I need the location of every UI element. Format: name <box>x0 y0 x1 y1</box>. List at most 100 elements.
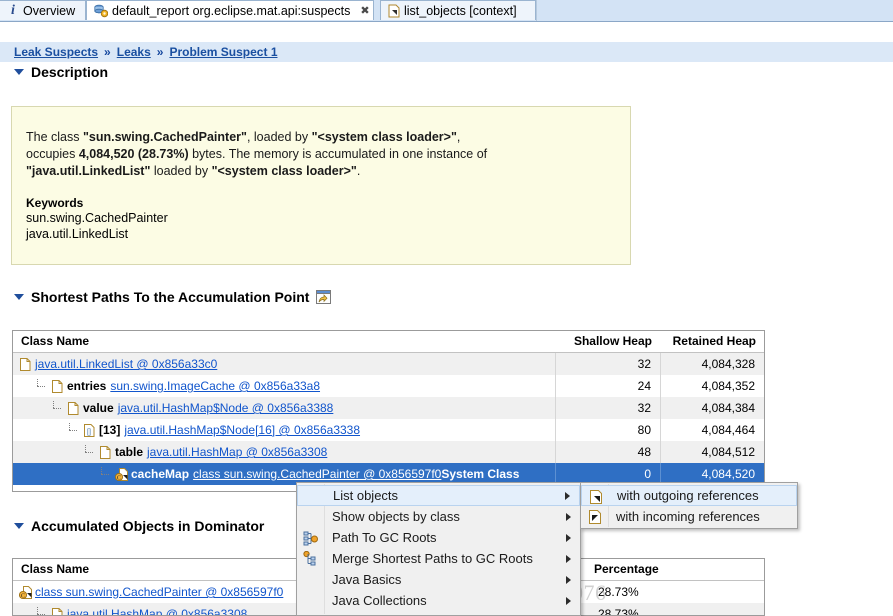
twisty-down-icon[interactable] <box>14 69 24 75</box>
description-paragraph: The class "sun.swing.CachedPainter", loa… <box>26 129 616 180</box>
submenu-arrow-icon <box>566 512 571 521</box>
menu-item-java-basics[interactable]: Java Basics <box>297 569 580 590</box>
breadcrumb-item-problem-suspect-1[interactable]: Problem Suspect 1 <box>169 45 277 59</box>
submenu-item-label: with outgoing references <box>617 488 759 503</box>
context-menu[interactable]: List objects Show objects by class Path To… <box>296 482 581 616</box>
menu-item-list-objects[interactable]: List objects <box>297 485 580 506</box>
menu-item-java-collections[interactable]: Java Collections <box>297 590 580 611</box>
table-row[interactable]: java.util.LinkedList @ 0x856a33c0 32 4,084… <box>13 353 764 375</box>
context-submenu[interactable]: with outgoing references with incoming re… <box>580 482 798 529</box>
object-link[interactable]: class sun.swing.CachedPainter @ 0x856597… <box>35 585 283 599</box>
cell-class-name: entries sun.swing.ImageCache @ 0x856a33a8 <box>13 378 555 394</box>
column-header-retained-heap[interactable]: Retained Heap <box>660 331 764 352</box>
breadcrumb-separator: » <box>104 45 111 59</box>
twisty-down-icon[interactable] <box>14 294 24 300</box>
object-link[interactable]: java.util.HashMap @ 0x856a3308 <box>67 607 247 615</box>
tab-overview[interactable]: i Overview <box>0 0 86 20</box>
keyword-item: sun.swing.CachedPainter <box>26 211 168 225</box>
context-submenu-items: with outgoing references with incoming re… <box>581 485 797 527</box>
menu-item-show-objects-by-class[interactable]: Show objects by class <box>297 506 580 527</box>
section-header-accumulated-objects[interactable]: Accumulated Objects in Dominator <box>14 518 264 534</box>
menu-item-merge-shortest-paths-to-gc-roots[interactable]: Merge Shortest Paths to GC Roots <box>297 548 580 569</box>
class-icon: C <box>18 585 32 600</box>
tab-default-report[interactable]: default_report org.eclipse.mat.api:suspe… <box>86 0 374 20</box>
section-header-description[interactable]: Description <box>14 64 108 80</box>
tree-connector-icon <box>83 444 99 460</box>
submenu-item-label: with incoming references <box>616 509 760 524</box>
desc-text: occupies <box>26 147 79 161</box>
menu-item-path-to-gc-roots[interactable]: Path To GC Roots <box>297 527 580 548</box>
open-in-new-window-icon[interactable] <box>316 290 332 304</box>
menu-item-label: Merge Shortest Paths to GC Roots <box>332 551 533 566</box>
field-name: value <box>83 401 114 415</box>
merge-shortest-paths-icon <box>303 550 319 567</box>
object-link[interactable]: sun.swing.ImageCache @ 0x856a33a8 <box>110 379 320 393</box>
cell-shallow-heap: 32 <box>555 397 660 419</box>
twisty-down-icon[interactable] <box>14 523 24 529</box>
column-header-percentage[interactable]: Percentage <box>586 559 764 580</box>
close-icon[interactable]: ✖ <box>360 4 369 17</box>
field-name: cacheMap <box>131 467 190 481</box>
object-icon <box>19 357 32 372</box>
object-icon <box>51 379 64 394</box>
field-name: table <box>115 445 144 459</box>
tree-connector-icon <box>99 466 115 482</box>
cell-class-name: [] [13] java.util.HashMap$Node[16] @ 0x856… <box>13 422 555 438</box>
table-row[interactable]: value java.util.HashMap$Node @ 0x856a3388… <box>13 397 764 419</box>
array-icon: [] <box>83 423 96 438</box>
table-row[interactable]: entries sun.swing.ImageCache @ 0x856a33a8… <box>13 375 764 397</box>
desc-text: , loaded by <box>246 130 312 144</box>
cell-class-name: table java.util.HashMap @ 0x856a3308 <box>13 444 555 460</box>
object-icon <box>67 401 80 416</box>
cell-retained-heap: 4,084,512 <box>660 441 764 463</box>
breadcrumb: Leak Suspects » Leaks » Problem Suspect … <box>0 42 893 62</box>
menu-item-label: Java Collections <box>332 593 427 608</box>
cell-class-name: value java.util.HashMap$Node @ 0x856a3388 <box>13 400 555 416</box>
cell-retained-heap: 4,084,464 <box>660 419 764 441</box>
submenu-item-with-outgoing-references[interactable]: with outgoing references <box>581 485 797 506</box>
field-name: [13] <box>99 423 121 437</box>
desc-text: . <box>356 164 361 178</box>
section-title: Accumulated Objects in Dominator <box>31 518 265 534</box>
class-icon: C <box>114 467 128 482</box>
submenu-item-with-incoming-references[interactable]: with incoming references <box>581 506 797 527</box>
cell-retained-heap: 4,084,352 <box>660 375 764 397</box>
breadcrumb-item-leaks[interactable]: Leaks <box>117 45 151 59</box>
submenu-arrow-icon <box>566 575 571 584</box>
cell-class-name: CcacheMap class sun.swing.CachedPainter @… <box>13 466 555 482</box>
object-link[interactable]: java.util.HashMap @ 0x856a3308 <box>147 445 327 459</box>
column-header-class-name[interactable]: Class Name <box>13 331 555 352</box>
tab-list-objects[interactable]: list_objects [context] <box>380 0 536 20</box>
menu-item-label: List objects <box>333 488 399 503</box>
breadcrumb-item-leak-suspects[interactable]: Leak Suspects <box>14 45 98 59</box>
desc-class-loader: "<system class loader>" <box>211 164 357 178</box>
shortest-paths-table[interactable]: Class Name Shallow Heap Retained Heap ja… <box>12 330 765 492</box>
tab-label: Overview <box>23 3 76 18</box>
section-header-shortest-paths[interactable]: Shortest Paths To the Accumulation Point <box>14 289 332 305</box>
tab-label: list_objects [context] <box>404 3 517 18</box>
column-header-shallow-heap[interactable]: Shallow Heap <box>555 331 660 352</box>
section-title: Shortest Paths To the Accumulation Point <box>31 289 310 305</box>
cell-class-name: java.util.LinkedList @ 0x856a33c0 <box>13 357 555 372</box>
table-row[interactable]: table java.util.HashMap @ 0x856a3308 48 4,0… <box>13 441 764 463</box>
keyword-item: java.util.LinkedList <box>26 227 129 241</box>
object-link[interactable]: java.util.HashMap$Node @ 0x856a3388 <box>118 401 334 415</box>
tree-connector-icon <box>51 400 67 416</box>
tree-connector-icon <box>67 422 83 438</box>
cell-shallow-heap: 32 <box>555 353 660 375</box>
object-icon <box>51 607 64 615</box>
object-link[interactable]: class sun.swing.CachedPainter @ 0x856597… <box>193 467 441 481</box>
keywords-title: Keywords <box>26 196 84 210</box>
info-icon: i <box>11 2 15 18</box>
outgoing-references-icon <box>588 489 604 505</box>
context-menu-items: List objects Show objects by class Path To… <box>297 485 580 611</box>
submenu-arrow-icon <box>566 596 571 605</box>
cell-shallow-heap: 80 <box>555 419 660 441</box>
table-row[interactable]: [] [13] java.util.HashMap$Node[16] @ 0x856… <box>13 419 764 441</box>
tree-connector-icon <box>35 606 51 615</box>
desc-text: The class <box>26 130 83 144</box>
object-link[interactable]: java.util.LinkedList @ 0x856a33c0 <box>35 357 217 371</box>
object-link[interactable]: java.util.HashMap$Node[16] @ 0x856a3338 <box>124 423 360 437</box>
section-title: Description <box>31 64 109 80</box>
tab-label: default_report org.eclipse.mat.api:suspe… <box>112 3 351 18</box>
